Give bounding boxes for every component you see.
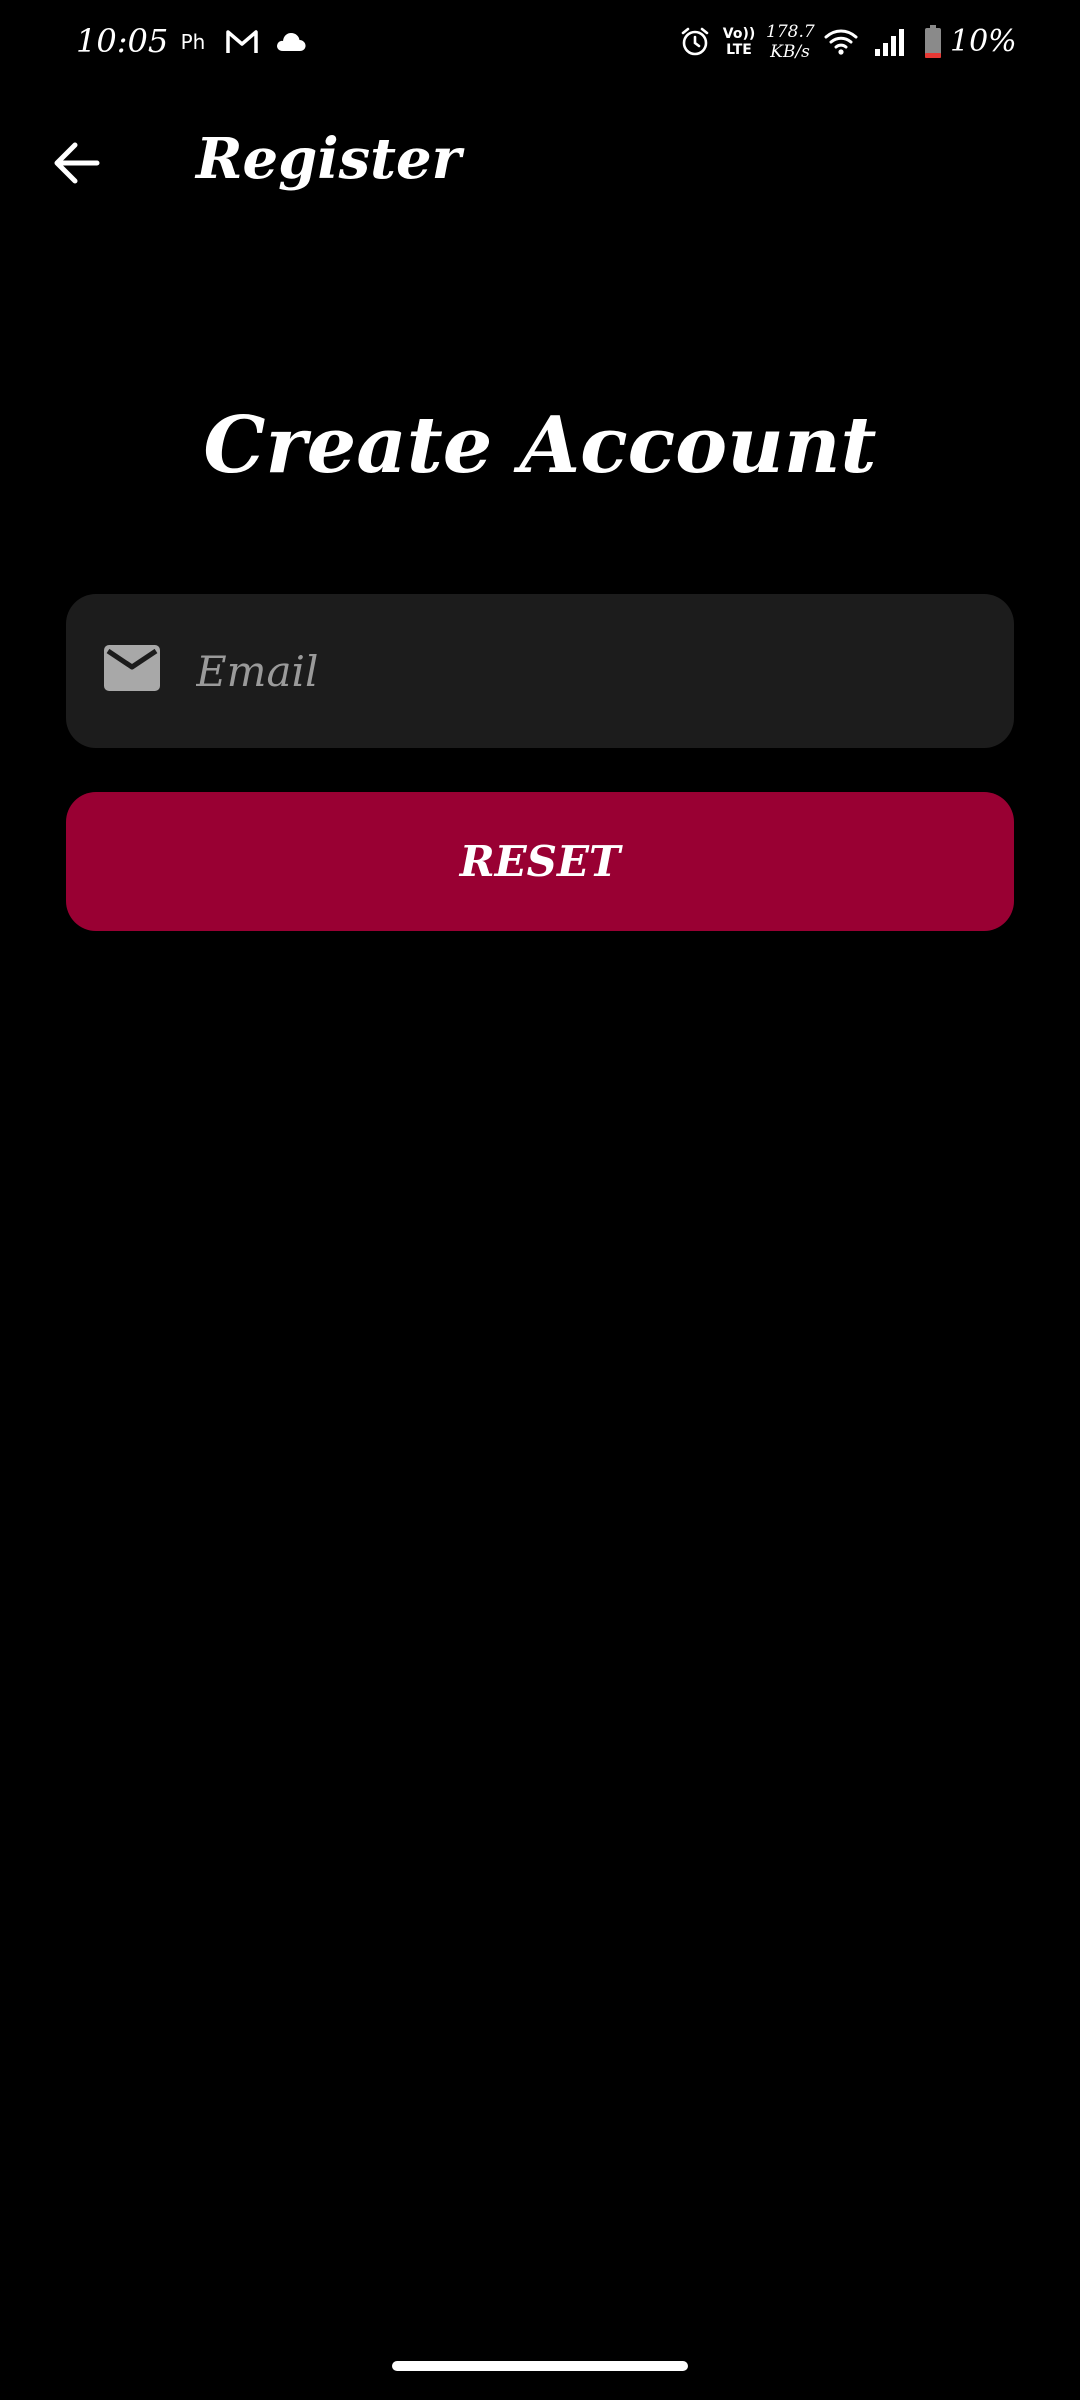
reset-button[interactable]: RESET (66, 792, 1014, 931)
signal-icon (872, 22, 908, 62)
ph-app-icon: Ph (180, 30, 206, 54)
back-button[interactable] (44, 130, 110, 196)
volte-icon: Vo)) LTE (722, 26, 756, 58)
network-speed: 178.7 KB/s (766, 22, 815, 62)
alarm-icon (678, 22, 712, 62)
home-gesture-handle[interactable] (392, 2361, 688, 2371)
email-field[interactable] (66, 594, 1014, 748)
email-input[interactable] (196, 594, 986, 748)
wifi-icon (822, 22, 860, 62)
gmail-icon (224, 22, 260, 62)
mail-icon (104, 645, 160, 691)
status-time: 10:05 (76, 22, 169, 60)
status-bar: 10:05 Ph Vo)) LTE 178.7 KB/s 10% (0, 0, 1080, 90)
page-title: Register (196, 126, 462, 192)
network-speed-value: 178.7 (766, 22, 815, 42)
network-speed-unit: KB/s (770, 42, 810, 62)
create-account-heading: Create Account (203, 400, 877, 491)
cloud-icon (274, 22, 308, 62)
battery-percent: 10% (950, 24, 1017, 59)
arrow-left-icon (54, 142, 100, 184)
battery-icon (920, 22, 946, 62)
